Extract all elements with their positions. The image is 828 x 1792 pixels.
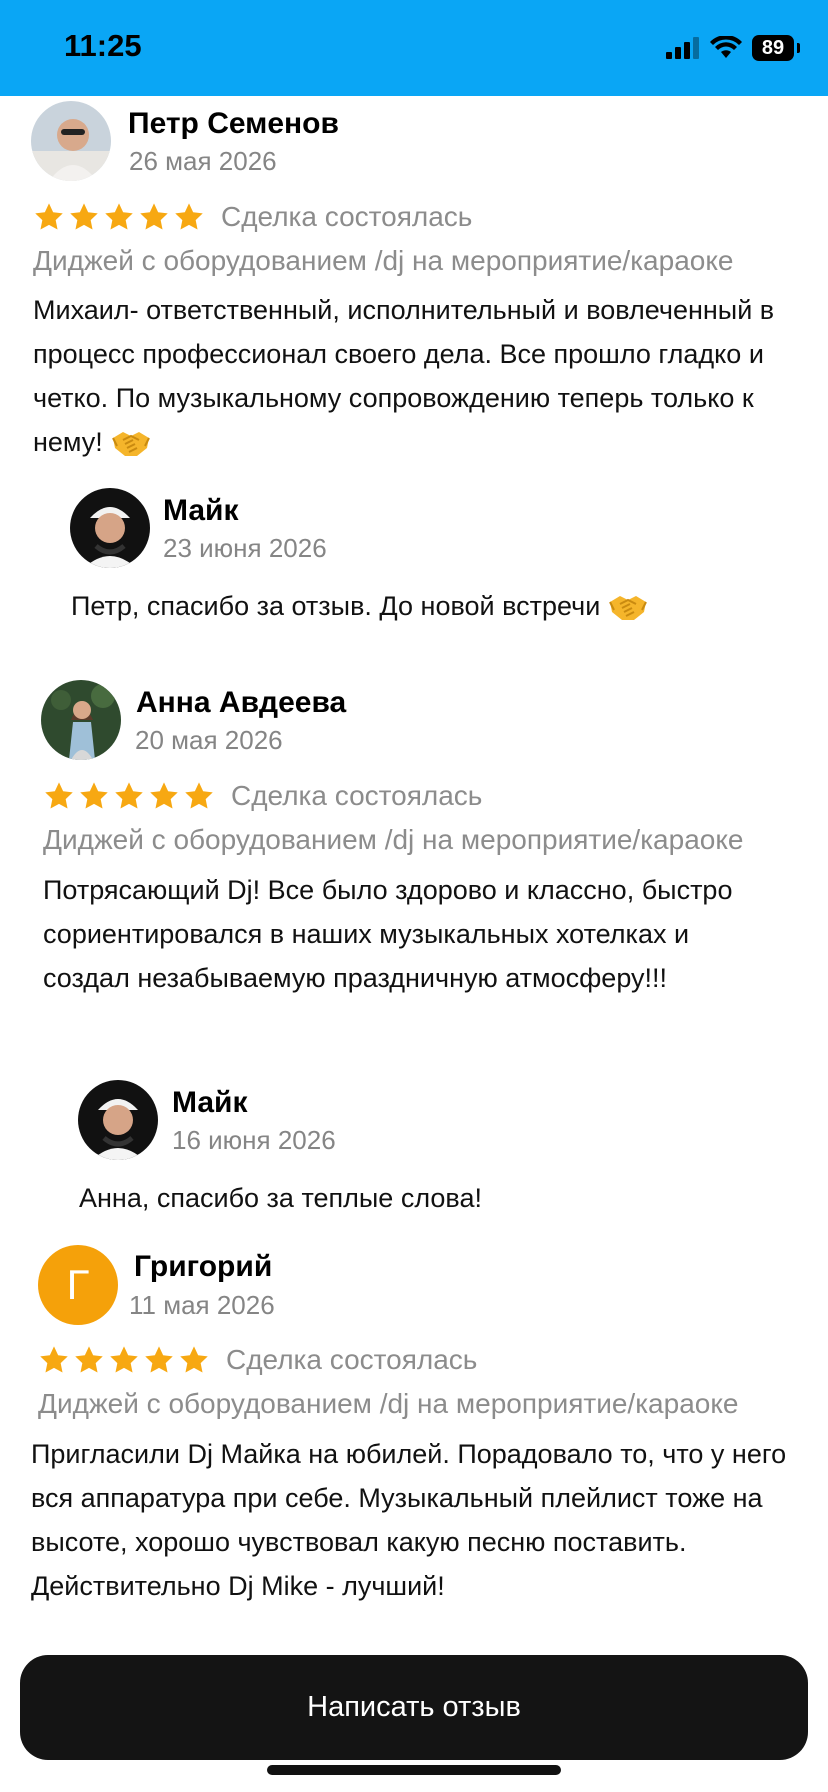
status-time: 11:25 — [64, 28, 142, 63]
status-bar: 11:25 89 — [0, 0, 828, 96]
rating-row: Сделка состоялась — [43, 778, 482, 814]
star-icon — [138, 201, 170, 233]
review-date: 11 мая 2026 — [129, 1290, 275, 1320]
star-icon — [178, 1344, 210, 1376]
service-name: Диджей с оборудованием /dj на мероприяти… — [33, 245, 734, 276]
service-name: Диджей с оборудованием /dj на мероприяти… — [38, 1388, 739, 1419]
handshake-icon — [608, 592, 648, 624]
signal-icon — [666, 37, 699, 59]
replier-avatar — [70, 488, 150, 568]
write-review-button[interactable]: Написать отзыв — [20, 1655, 808, 1760]
reviewer-name: Петр Семенов — [128, 107, 339, 140]
replier-name: Майк — [172, 1086, 248, 1119]
replier-avatar — [78, 1080, 158, 1160]
home-indicator — [267, 1765, 561, 1775]
deal-status: Сделка состоялась — [226, 1344, 478, 1375]
replier-name: Майк — [163, 494, 239, 527]
reply-text-content: Петр, спасибо за отзыв. До новой встречи — [71, 591, 601, 621]
reviewer-avatar — [41, 680, 121, 760]
reply-text: Анна, спасибо за теплые слова! — [79, 1183, 482, 1213]
review-text: Пригласили Dj Майка на юбилей. Порадовал… — [31, 1439, 787, 1601]
star-icon — [143, 1344, 175, 1376]
service-name: Диджей с оборудованием /dj на мероприяти… — [43, 824, 744, 855]
review-date: 26 мая 2026 — [129, 146, 277, 176]
star-icon — [33, 201, 65, 233]
wifi-icon — [710, 36, 742, 58]
star-icon — [148, 780, 180, 812]
deal-status: Сделка состоялась — [231, 780, 483, 811]
star-icon — [73, 1344, 105, 1376]
star-icon — [113, 780, 145, 812]
star-icon — [173, 201, 205, 233]
star-icon — [38, 1344, 70, 1376]
handshake-icon — [111, 428, 151, 460]
reviewer-avatar — [31, 101, 111, 181]
rating-row: Сделка состоялась — [33, 199, 472, 235]
deal-status: Сделка состоялась — [221, 201, 473, 232]
review-text: Михаил- ответственный, исполнительный и … — [33, 288, 793, 464]
battery-icon: 89 — [752, 35, 800, 61]
reply-text: Петр, спасибо за отзыв. До новой встречи — [71, 586, 648, 626]
star-icon — [108, 1344, 140, 1376]
star-icon — [78, 780, 110, 812]
rating-row: Сделка состоялась — [38, 1342, 477, 1378]
reviewer-name: Григорий — [134, 1250, 273, 1283]
status-icons: 89 — [666, 35, 800, 61]
reply-date: 23 июня 2026 — [163, 533, 327, 563]
reviewer-avatar: Г — [38, 1245, 118, 1325]
reviewer-name: Анна Авдеева — [136, 686, 347, 719]
reply-date: 16 июня 2026 — [172, 1125, 336, 1155]
review-text: Потрясающий Dj! Все было здорово и класс… — [43, 875, 733, 993]
review-date: 20 мая 2026 — [135, 725, 283, 755]
star-icon — [43, 780, 75, 812]
star-icon — [183, 780, 215, 812]
star-icon — [103, 201, 135, 233]
star-icon — [68, 201, 100, 233]
